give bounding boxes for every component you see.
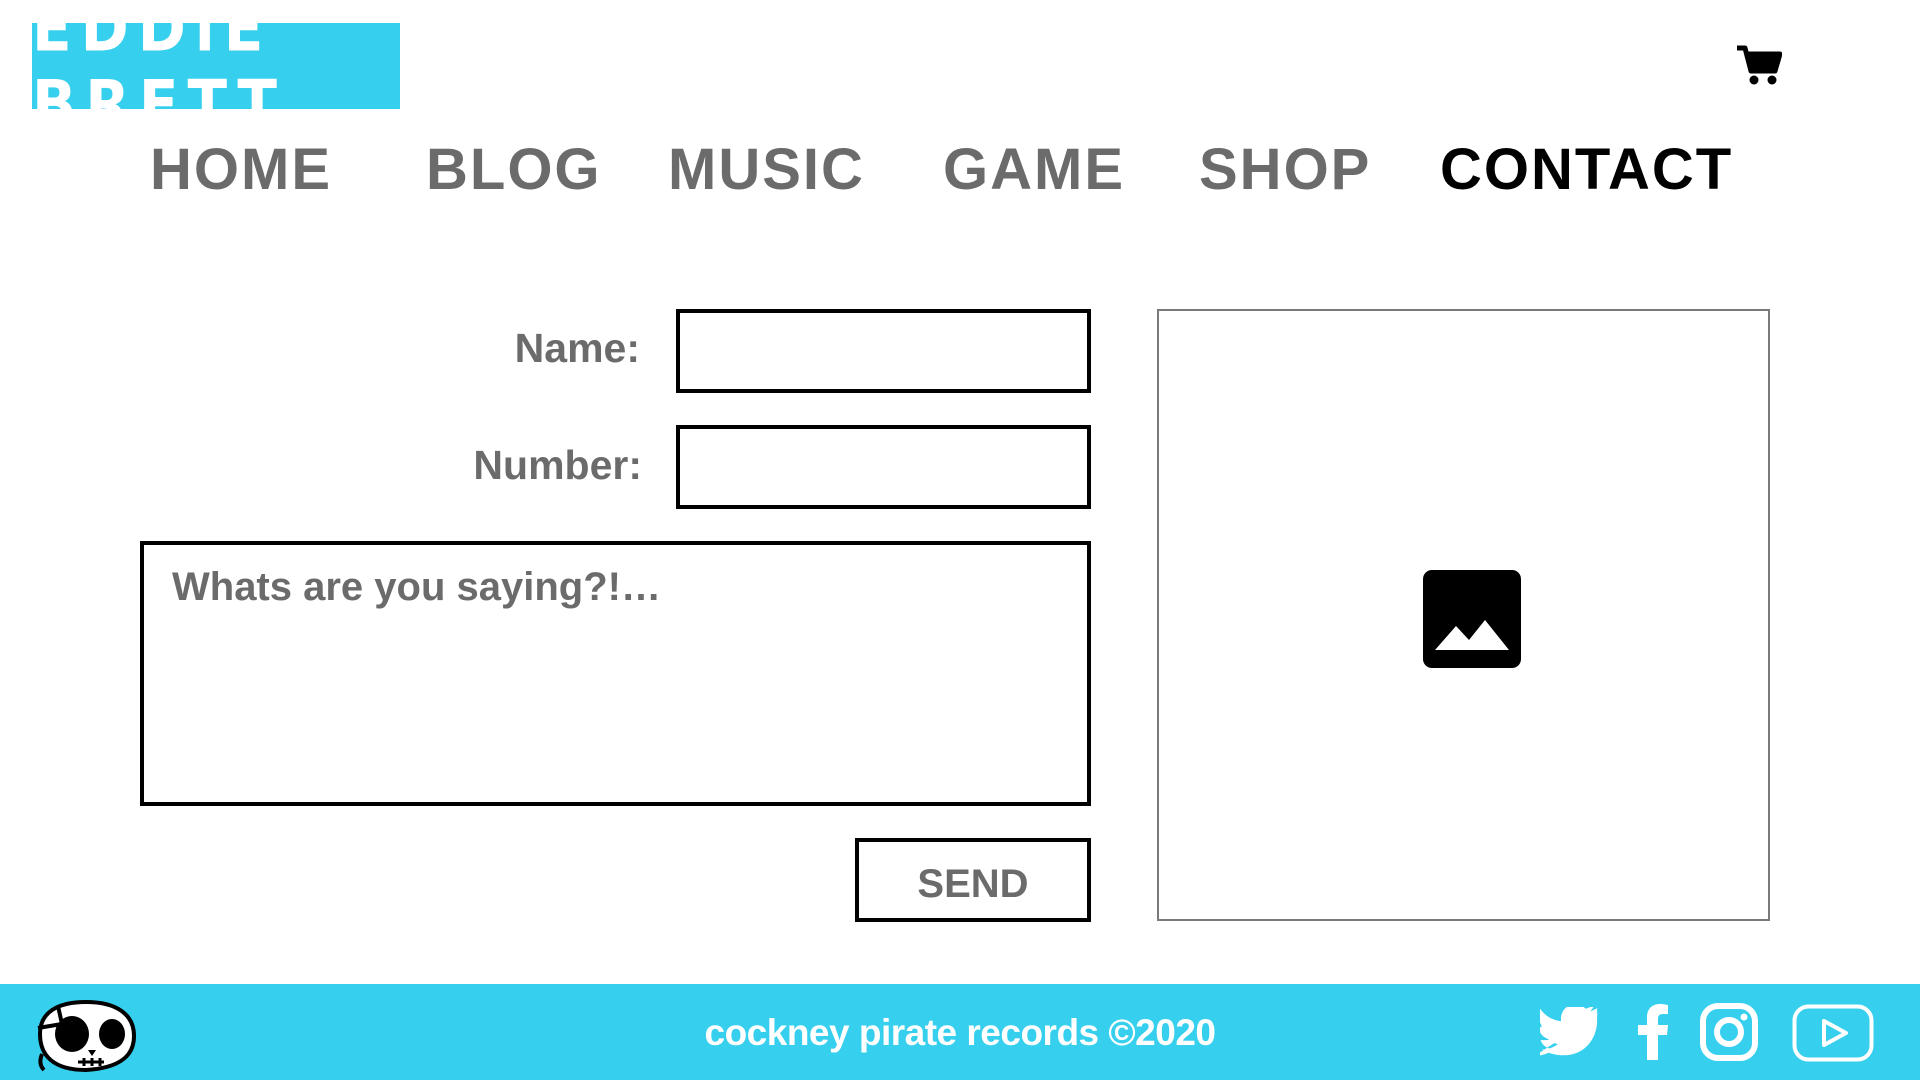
nav-game[interactable]: GAME (943, 136, 1125, 204)
image-placeholder (1157, 309, 1770, 921)
youtube-icon[interactable] (1792, 1004, 1874, 1062)
nav-shop[interactable]: SHOP (1199, 136, 1371, 204)
number-input[interactable] (676, 425, 1091, 509)
shopping-cart-icon[interactable] (1736, 44, 1782, 86)
twitter-icon[interactable] (1540, 1007, 1600, 1057)
facebook-icon[interactable] (1636, 1004, 1670, 1060)
instagram-icon[interactable] (1700, 1003, 1758, 1061)
nav-blog[interactable]: BLOG (426, 136, 602, 204)
image-placeholder-icon (1423, 570, 1521, 668)
footer: cockney pirate records ©2020 (0, 984, 1920, 1080)
nav-contact[interactable]: CONTACT (1440, 136, 1733, 204)
name-input[interactable] (676, 309, 1091, 393)
nav-home[interactable]: HOME (150, 136, 332, 204)
nav-music[interactable]: MUSIC (668, 136, 865, 204)
send-button[interactable]: SEND (855, 838, 1091, 922)
name-label: Name: (514, 325, 640, 371)
brand-logo-text: EDDiE BRETT (32, 0, 286, 143)
message-textarea[interactable] (140, 541, 1091, 806)
brand-logo[interactable]: EDDiE BRETT (32, 0, 400, 142)
number-label: Number: (473, 442, 642, 488)
copyright-text: cockney pirate records ©2020 (704, 1012, 1217, 1053)
